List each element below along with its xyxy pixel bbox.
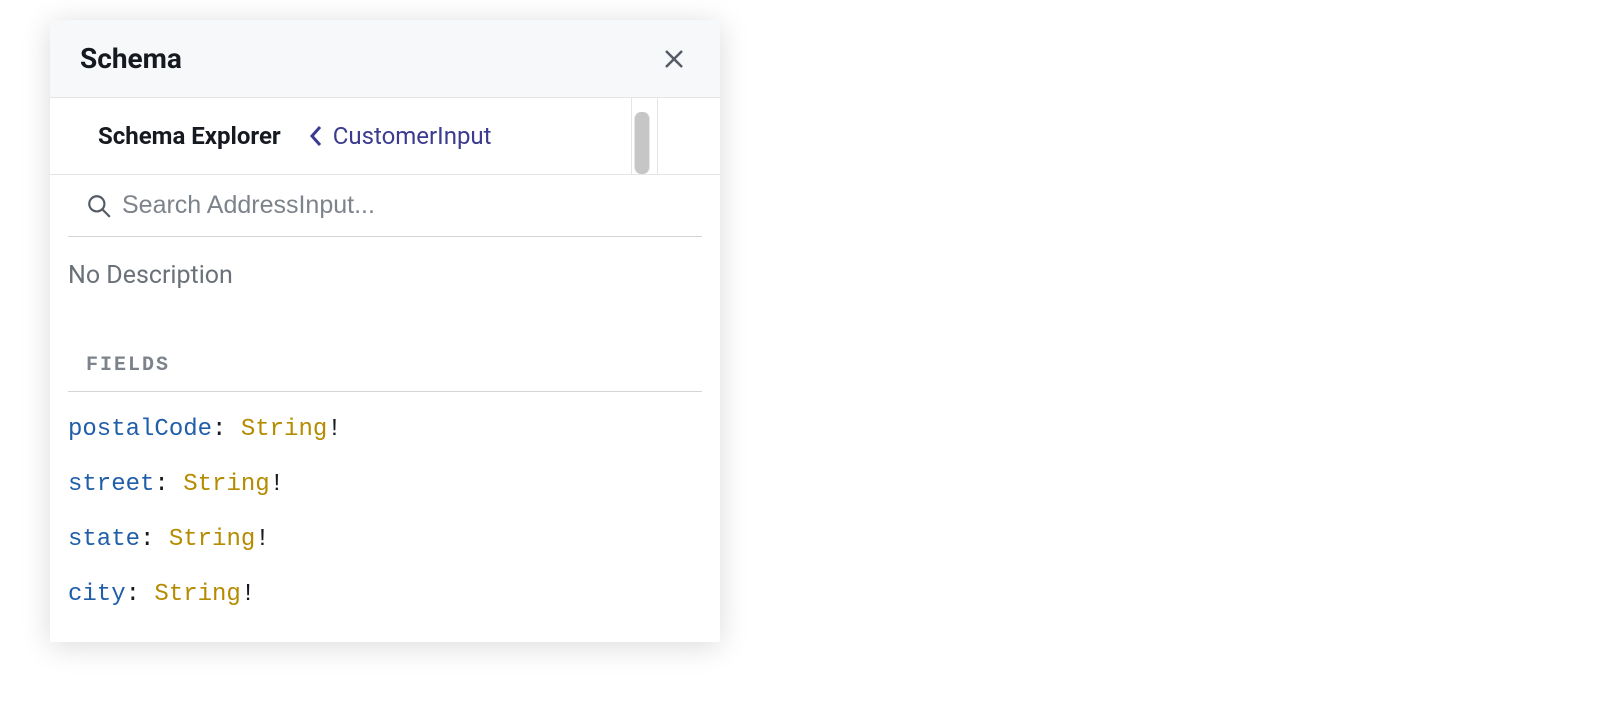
search-icon [86, 193, 112, 219]
scrollbar-thumb[interactable] [634, 112, 650, 174]
fields-heading: FIELDS [68, 290, 702, 392]
field-nonnull: ! [327, 416, 341, 443]
fields-list: postalCode: String! street: String! stat… [50, 392, 720, 642]
field-colon: : [140, 526, 169, 553]
scroll-track-border [657, 98, 658, 174]
explorer-label: Schema Explorer [98, 122, 281, 150]
field-row[interactable]: postalCode: String! [68, 402, 702, 457]
field-name: state [68, 526, 140, 553]
field-type: String [169, 526, 255, 553]
field-type: String [154, 581, 240, 608]
close-button[interactable] [658, 43, 690, 75]
search-row [68, 175, 702, 237]
field-type: String [183, 471, 269, 498]
breadcrumb-row: Schema Explorer CustomerInput [50, 98, 720, 175]
schema-panel: Schema Schema Explorer CustomerInput No … [50, 20, 720, 642]
field-name: street [68, 471, 154, 498]
chevron-left-icon [309, 124, 323, 148]
field-nonnull: ! [241, 581, 255, 608]
field-nonnull: ! [270, 471, 284, 498]
field-colon: : [154, 471, 183, 498]
breadcrumb-parent-link[interactable]: CustomerInput [309, 122, 492, 150]
field-type: String [241, 416, 327, 443]
close-icon [662, 47, 686, 71]
field-row[interactable]: street: String! [68, 457, 702, 512]
field-name: postalCode [68, 416, 212, 443]
field-colon: : [126, 581, 155, 608]
field-name: city [68, 581, 126, 608]
field-nonnull: ! [255, 526, 269, 553]
panel-title: Schema [80, 42, 182, 75]
field-row[interactable]: state: String! [68, 512, 702, 567]
description-text: No Description [50, 237, 720, 290]
breadcrumb-parent-label: CustomerInput [333, 122, 492, 150]
panel-header: Schema [50, 20, 720, 98]
scroll-track-border [631, 98, 632, 174]
field-row[interactable]: city: String! [68, 567, 702, 622]
field-colon: : [212, 416, 241, 443]
search-input[interactable] [122, 191, 684, 220]
